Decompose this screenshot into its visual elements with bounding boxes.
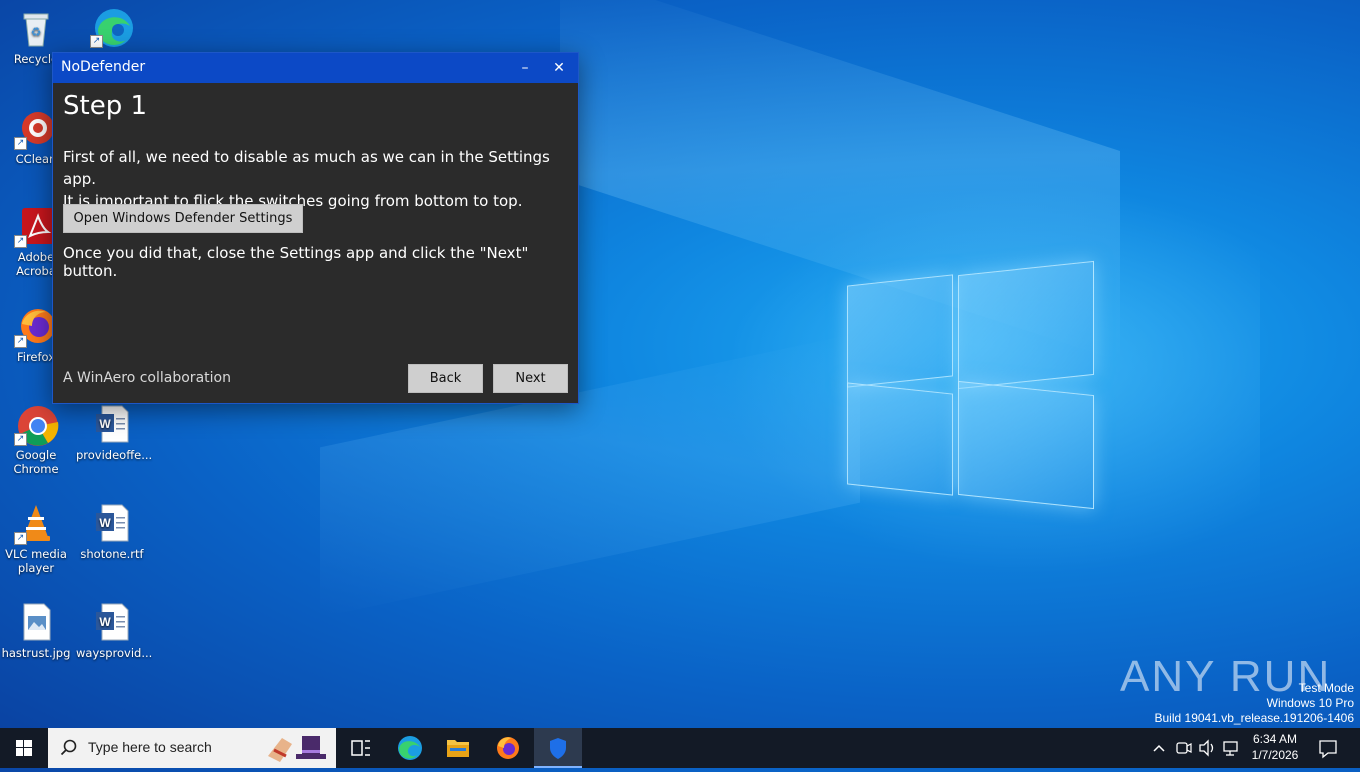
window-title: NoDefender: [61, 59, 146, 75]
word-doc-icon: W: [92, 602, 132, 642]
tray-network[interactable]: [1220, 728, 1242, 768]
tray-meet-now[interactable]: [1172, 728, 1194, 768]
next-button[interactable]: Next: [493, 364, 568, 393]
folder-icon: [447, 740, 469, 757]
chrome-icon: ↗: [14, 404, 59, 446]
desktop-icon-vlc[interactable]: ↗ VLC media player: [0, 503, 72, 575]
svg-text:W: W: [99, 516, 111, 530]
open-defender-settings-button[interactable]: Open Windows Defender Settings: [63, 204, 303, 233]
chevron-up-icon: [1153, 744, 1165, 752]
step-description: First of all, we need to disable as much…: [63, 148, 550, 210]
firefox-icon: ↗: [14, 306, 56, 348]
network-icon: [1223, 741, 1238, 756]
search-icon: [60, 739, 77, 756]
windows-start-icon: [16, 740, 32, 756]
image-file-icon: [16, 602, 56, 642]
word-doc-icon: W: [92, 503, 132, 543]
task-view-button[interactable]: [336, 728, 384, 768]
start-button[interactable]: [0, 728, 48, 768]
taskbar-nodefender-button[interactable]: [534, 728, 582, 768]
shield-icon: [550, 738, 566, 759]
next-instruction: Once you did that, close the Settings ap…: [63, 244, 529, 280]
edge-icon: [398, 736, 422, 760]
notification-icon: [1319, 740, 1337, 759]
taskbar-file-explorer-button[interactable]: [434, 728, 482, 768]
show-hidden-icons-button[interactable]: [1148, 728, 1170, 768]
window-title-bar[interactable]: NoDefender – ✕: [53, 53, 578, 83]
recycle-bin-icon: ♻: [16, 8, 56, 48]
firefox-icon: [497, 737, 519, 759]
desktop-icon-doc-shotone[interactable]: W shotone.rtf: [76, 503, 148, 561]
svg-text:W: W: [99, 615, 111, 629]
ccleaner-icon: ↗: [14, 108, 56, 150]
close-button[interactable]: ✕: [542, 53, 576, 83]
desktop-icon-doc-waysprovid[interactable]: W waysprovid...: [76, 602, 152, 660]
edge-icon: ↗: [90, 6, 133, 48]
acrobat-icon: ↗: [14, 206, 56, 248]
search-placeholder: Type here to search: [88, 739, 212, 755]
credits-text: A WinAero collaboration: [63, 370, 231, 386]
taskbar-edge-button[interactable]: [386, 728, 434, 768]
svg-text:W: W: [99, 417, 111, 431]
taskbar-clock[interactable]: 6:34 AM 1/7/2026: [1244, 731, 1306, 763]
word-doc-icon: W: [92, 404, 132, 444]
minimize-button[interactable]: –: [508, 53, 542, 83]
vlc-icon: ↗: [14, 503, 56, 545]
search-box[interactable]: Type here to search: [48, 728, 336, 768]
back-button[interactable]: Back: [408, 364, 483, 393]
nodefender-window: NoDefender – ✕ Step 1 First of all, we n…: [52, 52, 579, 404]
desktop-icon-edge[interactable]: ↗: [76, 6, 148, 50]
clock-time: 6:34 AM: [1252, 732, 1298, 746]
clock-date: 1/7/2026: [1251, 748, 1299, 762]
desktop-icon-doc-provideoffe[interactable]: W provideoffe...: [76, 404, 152, 462]
taskbar-firefox-button[interactable]: [484, 728, 532, 768]
desktop-icon-chrome[interactable]: ↗ Google Chrome: [0, 404, 72, 476]
desktop-icon-image-hastrust[interactable]: hastrust.jpg: [0, 602, 72, 660]
step-heading: Step 1: [63, 91, 148, 121]
task-view-icon: [351, 740, 370, 756]
camera-icon: [1176, 742, 1192, 754]
taskbar: Type here to search 6:34 AM 1/7/2026: [0, 728, 1360, 768]
tray-volume[interactable]: [1196, 728, 1218, 768]
speaker-icon: [1199, 739, 1214, 757]
svg-text:♻: ♻: [31, 25, 42, 39]
action-center-button[interactable]: [1310, 728, 1346, 768]
test-mode-watermark: Test Mode Windows 10 Pro Build 19041.vb_…: [1154, 681, 1355, 725]
search-highlight-icon: [268, 736, 326, 762]
